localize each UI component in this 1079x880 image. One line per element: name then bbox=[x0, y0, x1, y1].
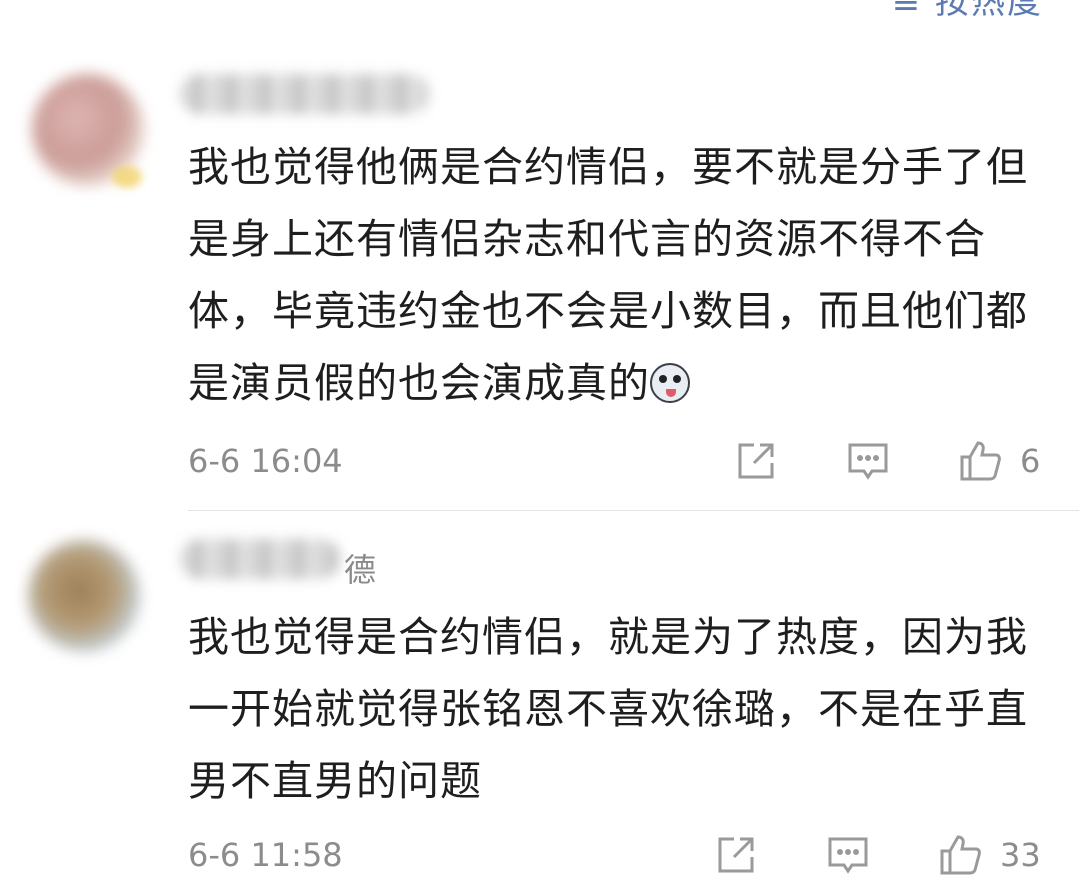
username[interactable] bbox=[180, 539, 340, 579]
username-suffix[interactable]: 德 bbox=[344, 545, 376, 591]
share-button[interactable] bbox=[714, 830, 758, 880]
comment-meta: 6-6 16:04 6 bbox=[188, 436, 1043, 486]
username[interactable] bbox=[180, 74, 430, 114]
comment-text-content: 我也觉得是合约情侣，就是为了热度，因为我一开始就觉得张铭恩不喜欢徐璐，不是在乎直… bbox=[188, 613, 1028, 805]
timestamp: 6-6 11:58 bbox=[188, 836, 343, 874]
avatar[interactable] bbox=[28, 540, 140, 652]
comment-meta: 6-6 11:58 33 bbox=[188, 830, 1043, 880]
thumbs-up-icon bbox=[940, 835, 981, 875]
like-count: 33 bbox=[1000, 836, 1041, 874]
comment-text: 我也觉得是合约情侣，就是为了热度，因为我一开始就觉得张铭恩不喜欢徐璐，不是在乎直… bbox=[188, 601, 1058, 817]
like-count: 6 bbox=[1020, 442, 1041, 480]
share-button[interactable] bbox=[734, 436, 778, 486]
verified-badge-icon bbox=[112, 166, 142, 188]
comment-item: 德 我也觉得是合约情侣，就是为了热度，因为我一开始就觉得张铭恩不喜欢徐璐，不是在… bbox=[0, 511, 1079, 878]
comment-icon bbox=[828, 837, 868, 874]
timestamp: 6-6 16:04 bbox=[188, 442, 343, 480]
comment-item: 我也觉得他俩是合约情侣，要不就是分手了但是身上还有情侣杂志和代言的资源不得不合体… bbox=[0, 0, 1079, 510]
comment-icon bbox=[848, 443, 888, 480]
comment-text-content: 我也觉得他俩是合约情侣，要不就是分手了但是身上还有情侣杂志和代言的资源不得不合体… bbox=[188, 143, 1028, 407]
husky-emoji-icon bbox=[650, 363, 690, 403]
share-icon bbox=[718, 837, 754, 873]
share-icon bbox=[738, 443, 774, 479]
reply-button[interactable] bbox=[846, 436, 890, 486]
like-button[interactable]: 33 bbox=[938, 830, 1041, 880]
thumbs-up-icon bbox=[960, 441, 1001, 481]
like-button[interactable]: 6 bbox=[958, 436, 1040, 486]
comment-text: 我也觉得他俩是合约情侣，要不就是分手了但是身上还有情侣杂志和代言的资源不得不合体… bbox=[188, 131, 1058, 419]
reply-button[interactable] bbox=[826, 830, 870, 880]
